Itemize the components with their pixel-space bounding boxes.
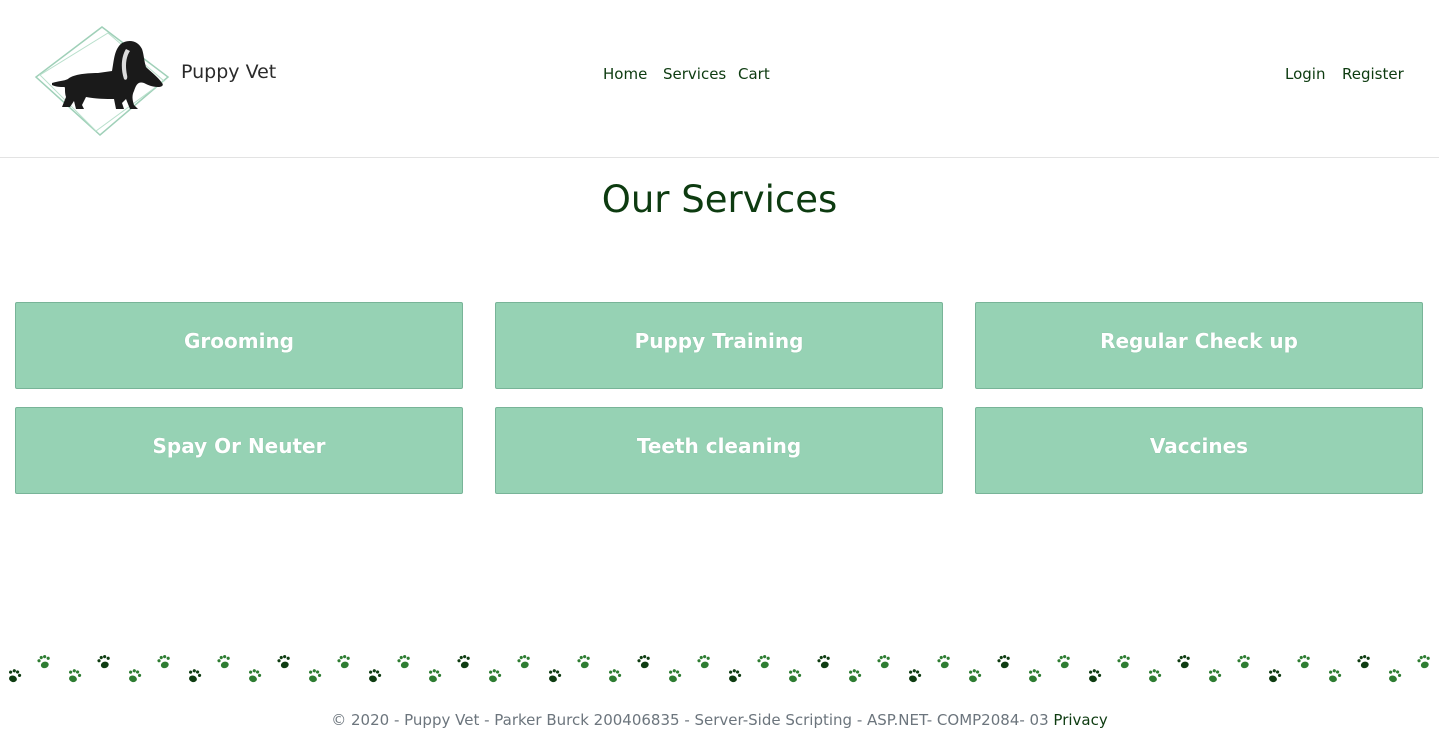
service-label: Teeth cleaning [636, 434, 802, 458]
paw-print-icon [246, 667, 263, 685]
paw-print-icon [126, 667, 143, 685]
paw-print-icon [666, 667, 683, 685]
nav-home-link[interactable]: Home [603, 65, 647, 83]
paw-print-icon [996, 653, 1012, 670]
paw-print-icon [816, 653, 832, 670]
paw-print-icon [276, 653, 292, 670]
paw-print-icon [696, 653, 712, 670]
service-label: Puppy Training [634, 329, 804, 353]
paw-print-icon [966, 667, 983, 685]
service-card-teeth-cleaning[interactable]: Teeth cleaning [495, 407, 943, 494]
paw-print-icon [1206, 667, 1223, 685]
paw-print-icon [1086, 667, 1103, 685]
paw-print-icon [756, 653, 772, 670]
paw-print-icon [876, 653, 892, 670]
service-card-regular-check-up[interactable]: Regular Check up [975, 302, 1423, 389]
site-footer: © 2020 - Puppy Vet - Parker Burck 200406… [0, 711, 1439, 729]
register-link[interactable]: Register [1342, 65, 1404, 83]
paw-print-icon [726, 667, 743, 685]
paw-print-icon [1356, 653, 1372, 670]
service-label: Spay Or Neuter [152, 434, 326, 458]
privacy-link[interactable]: Privacy [1053, 711, 1107, 729]
paw-print-icon [156, 653, 172, 670]
paw-print-icon [1176, 653, 1192, 670]
service-label: Grooming [183, 329, 294, 353]
paw-print-icon [1236, 653, 1252, 670]
paw-print-icon [1416, 653, 1432, 670]
paw-print-icon [186, 667, 203, 685]
paw-print-icon [1266, 667, 1283, 685]
paw-print-icon [516, 653, 532, 670]
paw-print-icon [546, 667, 563, 685]
paw-print-icon [936, 653, 952, 670]
service-card-spay-or-neuter[interactable]: Spay Or Neuter [15, 407, 463, 494]
paw-print-icon [36, 653, 52, 670]
service-label: Regular Check up [1100, 329, 1298, 353]
paw-print-border [6, 653, 1432, 685]
paw-print-icon [576, 653, 592, 670]
service-card-puppy-training[interactable]: Puppy Training [495, 302, 943, 389]
paw-print-icon [636, 653, 652, 670]
paw-print-icon [336, 653, 352, 670]
paw-print-icon [426, 667, 443, 685]
paw-print-icon [486, 667, 503, 685]
page-title: Our Services [601, 178, 838, 221]
paw-print-icon [1026, 667, 1043, 685]
paw-print-icon [456, 653, 472, 670]
paw-print-icon [1056, 653, 1072, 670]
paw-print-icon [1116, 653, 1132, 670]
service-card-vaccines[interactable]: Vaccines [975, 407, 1423, 494]
paw-print-icon [366, 667, 383, 685]
paw-print-icon [216, 653, 232, 670]
paw-print-icon [6, 667, 23, 685]
paw-print-icon [306, 667, 323, 685]
paw-print-icon [1326, 667, 1343, 685]
site-header: Puppy Vet Home Services Cart Login Regis… [0, 0, 1439, 158]
paw-print-icon [606, 667, 623, 685]
paw-print-icon [906, 667, 923, 685]
service-label: Vaccines [1149, 434, 1249, 458]
paw-print-icon [1146, 667, 1163, 685]
dachshund-logo-icon[interactable] [34, 25, 170, 137]
paw-print-icon [66, 667, 83, 685]
paw-print-icon [846, 667, 863, 685]
paw-print-icon [96, 653, 112, 670]
service-card-grooming[interactable]: Grooming [15, 302, 463, 389]
paw-print-icon [1386, 667, 1403, 685]
nav-cart-link[interactable]: Cart [738, 65, 770, 83]
footer-text: © 2020 - Puppy Vet - Parker Burck 200406… [331, 711, 1049, 729]
login-link[interactable]: Login [1285, 65, 1325, 83]
brand-name[interactable]: Puppy Vet [181, 61, 276, 83]
nav-services-link[interactable]: Services [663, 65, 726, 83]
paw-print-icon [396, 653, 412, 670]
paw-print-icon [786, 667, 803, 685]
paw-print-icon [1296, 653, 1312, 670]
